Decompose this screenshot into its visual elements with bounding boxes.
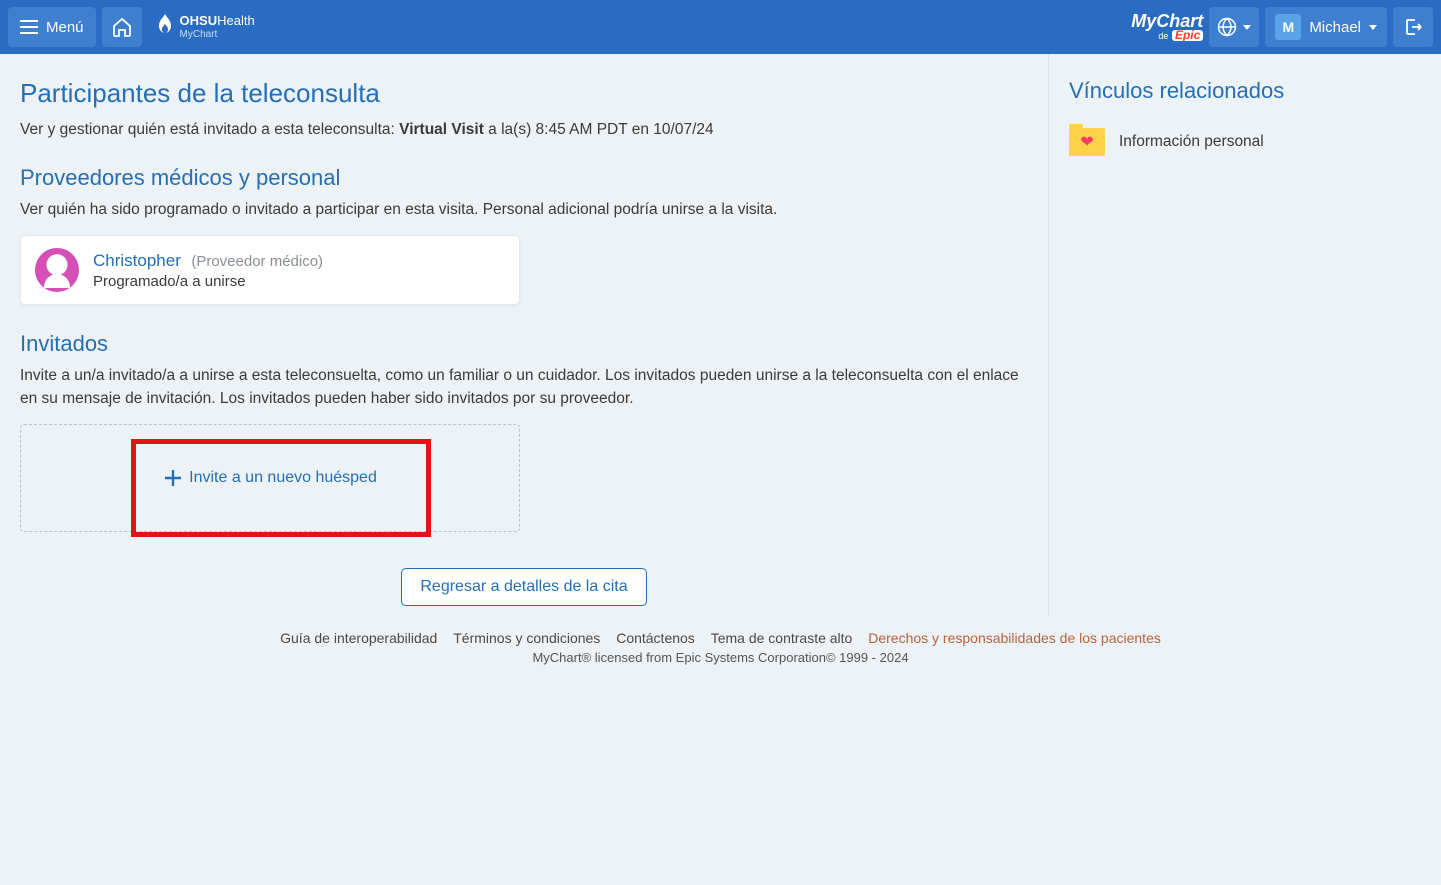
- page-body: Participantes de la teleconsulta Ver y g…: [0, 54, 1441, 616]
- related-link-personal-info[interactable]: ❤ Información personal: [1069, 124, 1388, 160]
- org-logo: OHSUHealth MyChart: [156, 14, 255, 40]
- hamburger-icon: [20, 20, 38, 34]
- logo-sub: MyChart: [180, 29, 255, 40]
- chevron-down-icon: [1243, 25, 1251, 30]
- user-avatar-initial: M: [1275, 14, 1301, 40]
- logo-brand: OHSU: [180, 13, 218, 28]
- user-menu-button[interactable]: M Michael: [1265, 7, 1387, 47]
- invite-label: Invite a un nuevo huésped: [189, 469, 377, 487]
- invite-box: Invite a un nuevo huésped: [20, 424, 520, 532]
- user-name: Michael: [1309, 19, 1361, 36]
- menu-button[interactable]: Menú: [8, 7, 96, 47]
- footer-link-rights[interactable]: Derechos y responsabilidades de los paci…: [868, 630, 1161, 646]
- footer-links: Guía de interoperabilidad Términos y con…: [0, 630, 1441, 646]
- guests-heading: Invitados: [20, 331, 1028, 357]
- page-subtitle: Ver y gestionar quién está invitado a es…: [20, 121, 1028, 139]
- subtitle-suffix: a la(s) 8:45 AM PDT en 10/07/24: [484, 121, 714, 138]
- epic-logo: Epic: [1172, 30, 1203, 41]
- subtitle-prefix: Ver y gestionar quién está invitado a es…: [20, 121, 399, 138]
- related-links-heading: Vínculos relacionados: [1069, 78, 1388, 104]
- language-button[interactable]: [1209, 7, 1259, 47]
- menu-label: Menú: [46, 19, 84, 36]
- mychart-logo-de: de: [1158, 31, 1168, 41]
- provider-name: Christopher: [93, 251, 181, 270]
- topbar-right: MyChart de Epic M Michael: [1131, 7, 1433, 47]
- footer-link-terms[interactable]: Términos y condiciones: [453, 630, 600, 646]
- providers-heading: Proveedores médicos y personal: [20, 165, 1028, 191]
- provider-avatar-icon: [35, 248, 79, 292]
- logo-suffix: Health: [217, 13, 255, 28]
- provider-info: Christopher (Proveedor médico) Programad…: [93, 251, 323, 290]
- home-button[interactable]: [102, 7, 142, 47]
- heart-icon: ❤: [1080, 132, 1093, 152]
- provider-card: Christopher (Proveedor médico) Programad…: [20, 235, 520, 305]
- visit-name: Virtual Visit: [399, 121, 484, 138]
- footer-copyright: MyChart® licensed from Epic Systems Corp…: [0, 650, 1441, 665]
- logout-button[interactable]: [1393, 7, 1433, 47]
- mychart-logo: MyChart de Epic: [1131, 13, 1203, 41]
- logout-icon: [1403, 17, 1423, 37]
- back-button-row: Regresar a detalles de la cita: [20, 568, 1028, 606]
- top-bar: Menú OHSUHealth MyChart MyChart de Epic …: [0, 0, 1441, 54]
- home-icon: [111, 17, 133, 37]
- folder-heart-icon: ❤: [1069, 128, 1105, 156]
- back-to-details-button[interactable]: Regresar a detalles de la cita: [401, 568, 646, 606]
- provider-role: (Proveedor médico): [191, 253, 323, 270]
- footer-link-contrast[interactable]: Tema de contraste alto: [711, 630, 853, 646]
- topbar-left: Menú OHSUHealth MyChart: [8, 7, 255, 47]
- provider-status: Programado/a a unirse: [93, 273, 323, 290]
- footer: Guía de interoperabilidad Términos y con…: [0, 616, 1441, 671]
- guests-desc: Invite a un/a invitado/a a unirse a esta…: [20, 365, 1028, 410]
- main-column: Participantes de la teleconsulta Ver y g…: [0, 54, 1048, 616]
- related-link-label: Información personal: [1119, 133, 1264, 151]
- ohsu-flame-icon: [156, 14, 174, 40]
- footer-link-contact[interactable]: Contáctenos: [616, 630, 695, 646]
- sidebar: Vínculos relacionados ❤ Información pers…: [1048, 54, 1408, 616]
- globe-icon: [1217, 17, 1237, 37]
- providers-desc: Ver quién ha sido programado o invitado …: [20, 199, 1028, 221]
- chevron-down-icon: [1369, 25, 1377, 30]
- footer-link-interop[interactable]: Guía de interoperabilidad: [280, 630, 437, 646]
- plus-icon: [163, 468, 183, 488]
- page-title: Participantes de la teleconsulta: [20, 78, 1028, 109]
- invite-new-guest-button[interactable]: Invite a un nuevo huésped: [151, 460, 389, 496]
